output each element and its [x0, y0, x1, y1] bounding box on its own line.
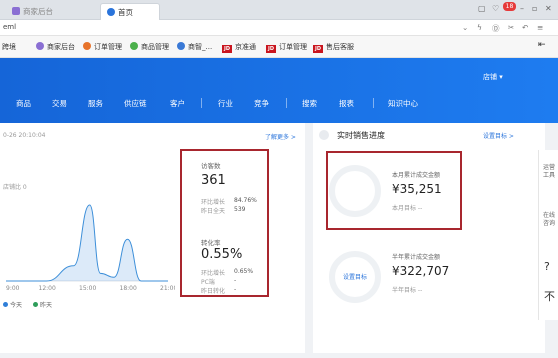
bookmark-item[interactable]: 跨境: [2, 42, 16, 52]
browser-e-icon: [107, 8, 115, 16]
address-bar[interactable]: eml ⌄ ϟ Ⓓ ✂ ↶ ≡: [0, 20, 558, 36]
legend-yesterday[interactable]: 昨天: [33, 300, 52, 309]
minimize-icon[interactable]: –: [520, 4, 524, 13]
jd-logo-icon: JD: [266, 45, 276, 53]
half-year-label: 半年累计成交金额: [392, 254, 441, 261]
nav-item-trade[interactable]: 交易: [52, 98, 67, 109]
bookmark-item[interactable]: 订单管理: [83, 42, 122, 52]
nav-item-industry[interactable]: 行业: [218, 98, 233, 109]
legend-dot-icon: [3, 302, 8, 307]
legend-dot-icon: [33, 302, 38, 307]
bookmark-bar: 跨境 商家后台 订单管理 商品管理 商智_... JD 京准通 JD 订单管理 JD…: [0, 36, 558, 58]
highlight-box: [180, 149, 269, 297]
jd-logo-icon: JD: [313, 45, 323, 53]
x-tick-label: 15:00: [79, 285, 96, 292]
floating-side-panel: 运营工具 在线咨询 ? 不: [538, 150, 558, 320]
user-menu[interactable]: 店铺 ▾: [483, 72, 503, 82]
legend-today[interactable]: 今天: [3, 300, 22, 309]
nav-item-customer[interactable]: 客户: [170, 98, 185, 109]
tab-merchant-backend[interactable]: 商家后台: [6, 3, 90, 20]
half-year-value: ¥322,707: [392, 264, 450, 278]
nav-item-service[interactable]: 服务: [88, 98, 103, 109]
bookmark-item[interactable]: 商品管理: [130, 42, 169, 52]
x-tick-label: 18:00: [120, 285, 137, 292]
progress-icon: [319, 130, 329, 140]
learn-more-link[interactable]: 了解更多 >: [265, 132, 296, 141]
menu-icon[interactable]: ≡: [537, 23, 543, 32]
nav-divider: [373, 98, 374, 108]
chevron-down-icon[interactable]: ⌄: [462, 23, 468, 32]
side-item-consult[interactable]: 在线咨询: [543, 212, 557, 228]
side-item-tools[interactable]: 运营工具: [543, 164, 557, 180]
nav-divider: [286, 98, 287, 108]
bookmark-item[interactable]: JD 订单管理: [266, 42, 307, 53]
nav-item-competition[interactable]: 竞争: [254, 98, 269, 109]
jd-logo-icon: JD: [222, 45, 232, 53]
bookmark-item[interactable]: 商智_...: [177, 42, 212, 52]
tab-home[interactable]: 首页: [100, 3, 160, 20]
visitor-trend-chart: 9:00 12:00 15:00 18:00 21:00: [5, 204, 175, 292]
nav-item-knowledge[interactable]: 知识中心: [388, 98, 418, 109]
nav-item-supply-chain[interactable]: 供应链: [124, 98, 147, 109]
x-tick-label: 21:00: [160, 285, 175, 292]
set-target-link[interactable]: 设置目标 >: [483, 131, 514, 140]
update-timestamp: 0-26 20:10:04: [3, 132, 46, 139]
notification-badge[interactable]: 18: [503, 2, 516, 11]
bookmark-item[interactable]: JD 京准通: [222, 42, 256, 53]
maximize-icon[interactable]: ▫: [532, 4, 537, 13]
bookmark-item[interactable]: JD 售后客服: [313, 42, 354, 53]
help-icon[interactable]: ?: [544, 260, 550, 273]
app-header: [0, 58, 558, 123]
translate-icon[interactable]: Ⓓ: [492, 23, 500, 34]
nav-item-search[interactable]: 搜索: [302, 98, 317, 109]
close-icon[interactable]: ✕: [545, 4, 552, 13]
sales-progress-title: 实时销售进度: [337, 131, 385, 140]
bookmark-icon: [83, 42, 91, 50]
nav-item-reports[interactable]: 报表: [339, 98, 354, 109]
undo-icon[interactable]: ↶: [522, 23, 528, 32]
series-area: [6, 205, 168, 281]
x-tick-label: 12:00: [39, 285, 56, 292]
x-tick-label: 9:00: [6, 285, 20, 292]
tab-list-icon[interactable]: ▢: [478, 4, 486, 13]
bookmark-icon: [177, 42, 185, 50]
nav-item-goods[interactable]: 商品: [16, 98, 31, 109]
cut-icon[interactable]: ✂: [508, 23, 514, 32]
truncated-label: 店铺比 0: [3, 184, 27, 191]
browser-tab-bar: 商家后台 首页 ▢ ♡ 18 – ▫ ✕: [0, 0, 558, 20]
nav-divider: [201, 98, 202, 108]
address-input[interactable]: eml: [3, 23, 16, 31]
bookmark-icon: [36, 42, 44, 50]
back-to-top-icon[interactable]: 不: [544, 288, 555, 304]
highlight-box: [326, 151, 462, 230]
collapse-sidebar-icon[interactable]: ⇤: [538, 40, 546, 50]
half-year-target: 半年目标 --: [392, 287, 423, 294]
flash-icon[interactable]: ϟ: [477, 23, 482, 32]
merchant-icon: [12, 7, 20, 15]
skin-icon[interactable]: ♡: [492, 4, 499, 13]
bookmark-icon: [130, 42, 138, 50]
bookmark-item[interactable]: 商家后台: [36, 42, 75, 52]
set-target-button[interactable]: 设置目标: [333, 272, 377, 281]
